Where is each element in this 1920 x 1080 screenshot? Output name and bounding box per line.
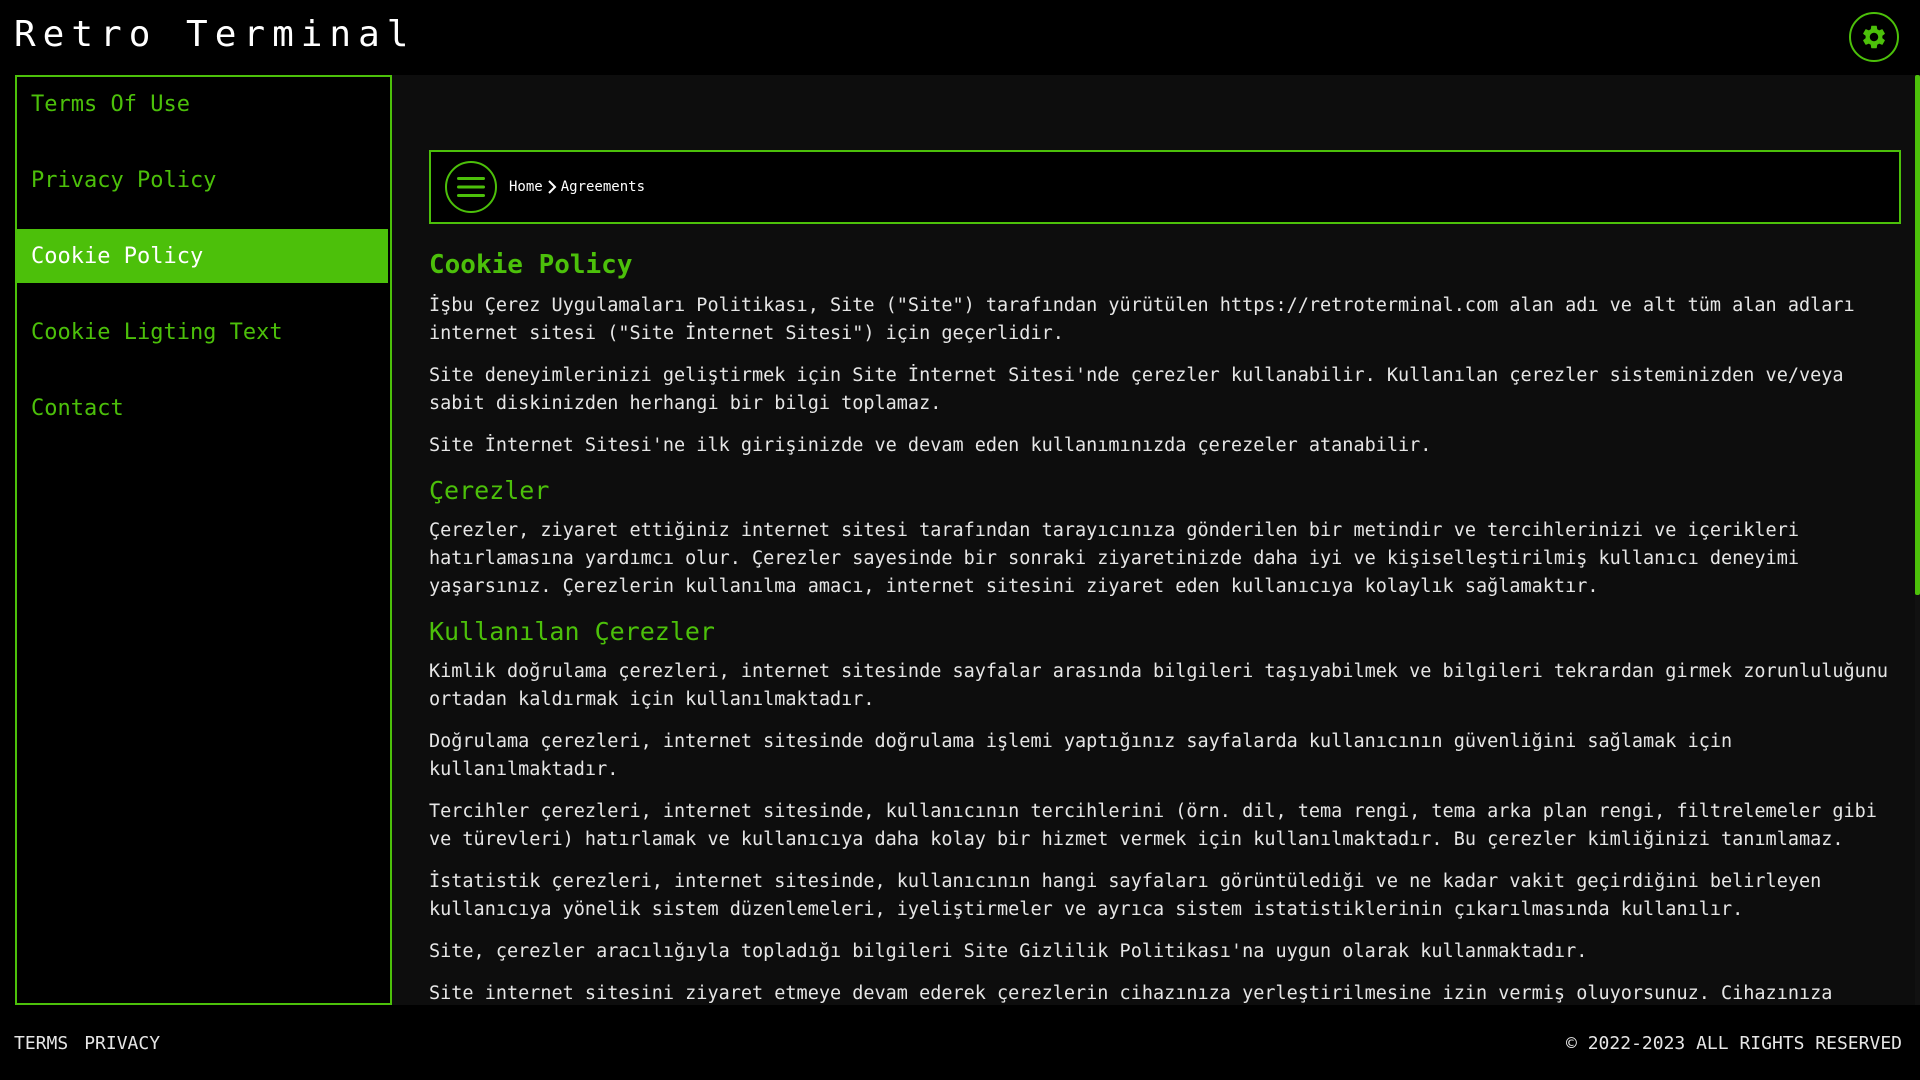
paragraph: Site İnternet Sitesi'ne ilk girişinizde … — [429, 435, 1432, 456]
footer-links: TERMS PRIVACY — [14, 1033, 160, 1054]
sidebar-item-label: Privacy Policy — [31, 167, 217, 193]
app-title: Retro Terminal — [14, 14, 416, 55]
paragraph: İşbu Çerez Uygulamaları Politikası, Site… — [429, 295, 1855, 344]
chevron-right-icon — [547, 180, 557, 194]
menu-icon — [457, 177, 485, 197]
paragraph: Doğrulama çerezleri, internet sitesinde … — [429, 731, 1733, 780]
paragraph: Çerezler, ziyaret ettiğiniz internet sit… — [429, 520, 1799, 597]
copyright: © 2022-2023 ALL RIGHTS RESERVED — [1566, 1033, 1902, 1054]
paragraph: Tercihler çerezleri, internet sitesinde,… — [429, 801, 1877, 850]
page-title: Cookie Policy — [429, 250, 633, 280]
menu-button[interactable] — [445, 161, 497, 213]
article: Cookie Policy İşbu Çerez Uygulamaları Po… — [429, 250, 1899, 1005]
sidebar-item-cookie-policy[interactable]: Cookie Policy — [17, 229, 388, 283]
paragraph: Site, çerezler aracılığıyla topladığı bi… — [429, 941, 1588, 962]
footer-link-terms[interactable]: TERMS — [14, 1033, 68, 1054]
sidebar-item-terms-of-use[interactable]: Terms Of Use — [17, 77, 390, 131]
sidebar-item-label: Contact — [31, 395, 124, 421]
breadcrumb: Home Agreements — [509, 179, 645, 195]
breadcrumb-home[interactable]: Home — [509, 179, 543, 195]
sidebar-item-cookie-lighting-text[interactable]: Cookie Ligting Text — [17, 305, 390, 359]
section-title: Kullanılan Çerezler — [429, 617, 715, 646]
sidebar-item-label: Terms Of Use — [31, 91, 190, 117]
sidebar-item-label: Cookie Policy — [31, 243, 204, 269]
paragraph: Site deneyimlerinizi geliştirmek için Si… — [429, 365, 1844, 414]
main-content[interactable]: Home Agreements Cookie Policy İşbu Çerez… — [392, 75, 1920, 1005]
sidebar: Terms Of Use Privacy Policy Cookie Polic… — [15, 75, 392, 1005]
sidebar-item-label: Cookie Ligting Text — [31, 319, 283, 345]
sidebar-item-contact[interactable]: Contact — [17, 381, 390, 435]
footer: TERMS PRIVACY © 2022-2023 ALL RIGHTS RES… — [0, 1005, 1920, 1080]
settings-button[interactable] — [1849, 12, 1899, 62]
paragraph: Kimlik doğrulama çerezleri, internet sit… — [429, 661, 1889, 710]
scrollbar-thumb[interactable] — [1915, 75, 1920, 595]
footer-link-privacy[interactable]: PRIVACY — [84, 1033, 160, 1054]
paragraph: Site internet sitesini ziyaret etmeye de… — [429, 983, 1833, 1004]
paragraph: İstatistik çerezleri, internet sitesinde… — [429, 871, 1822, 920]
breadcrumb-agreements[interactable]: Agreements — [561, 179, 645, 195]
sidebar-item-privacy-policy[interactable]: Privacy Policy — [17, 153, 390, 207]
section-title: Çerezler — [429, 476, 550, 505]
breadcrumb-bar: Home Agreements — [429, 150, 1901, 224]
header: Retro Terminal — [0, 0, 1920, 75]
gear-icon — [1863, 25, 1885, 49]
